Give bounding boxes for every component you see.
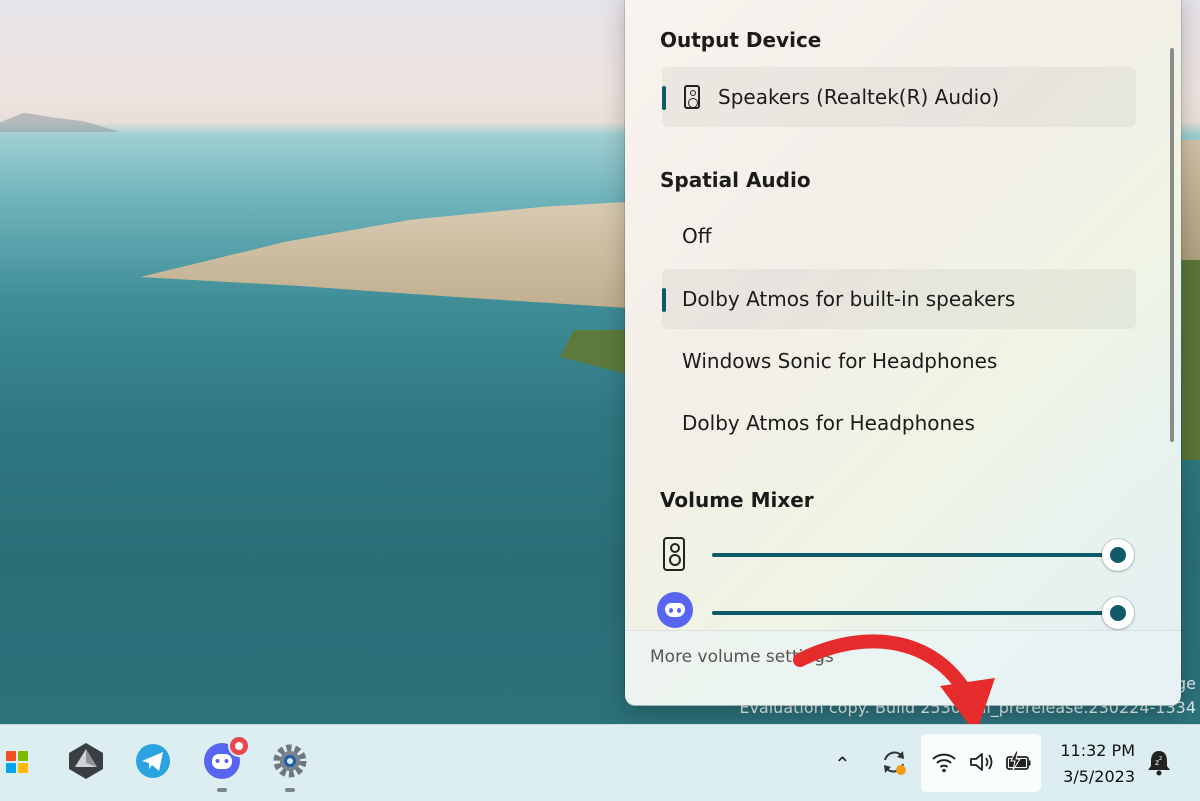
volume-mixer-title: Volume Mixer	[660, 488, 814, 512]
spatial-audio-title: Spatial Audio	[660, 168, 811, 192]
spatial-option-windows-sonic[interactable]: Windows Sonic for Headphones	[662, 331, 1136, 391]
windows-start-icon[interactable]	[0, 741, 34, 781]
reed-island-right	[1180, 140, 1200, 260]
svg-text:z: z	[1159, 755, 1162, 762]
clock-time: 11:32 PM	[1060, 741, 1135, 760]
volume-slider-track[interactable]	[712, 553, 1118, 557]
sound-output-flyout: Output Device Speakers (Realtek(R) Audio…	[625, 0, 1181, 706]
chevron-up-icon[interactable]: ⌃	[834, 752, 851, 776]
discord-icon[interactable]	[202, 735, 250, 781]
clock-date: 3/5/2023	[1063, 767, 1135, 786]
sync-update-icon[interactable]	[878, 746, 910, 778]
running-indicator	[217, 788, 227, 792]
spatial-option-label: Windows Sonic for Headphones	[682, 349, 998, 373]
notification-badge	[228, 735, 250, 757]
spatial-option-dolby-atmos-headphones[interactable]: Dolby Atmos for Headphones	[662, 393, 1136, 453]
quick-settings-tray[interactable]	[921, 734, 1041, 792]
output-device-speakers[interactable]: Speakers (Realtek(R) Audio)	[662, 67, 1136, 127]
settings-gear-icon[interactable]	[270, 741, 310, 781]
spatial-option-label: Off	[682, 224, 712, 248]
volume-slider-thumb[interactable]	[1102, 539, 1134, 571]
speaker-icon	[663, 537, 685, 571]
selected-indicator	[662, 86, 666, 110]
spatial-option-dolby-atmos-speakers[interactable]: Dolby Atmos for built-in speakers	[662, 269, 1136, 329]
grass-patch	[560, 330, 630, 375]
flyout-scrollbar[interactable]	[1170, 48, 1174, 442]
mixer-row-speakers	[655, 534, 1135, 578]
output-device-title: Output Device	[660, 28, 822, 52]
taskbar-clock[interactable]: 11:32 PM 3/5/2023	[1055, 738, 1135, 790]
wifi-icon	[932, 753, 956, 773]
spatial-option-off[interactable]: Off	[662, 206, 1136, 266]
selected-indicator	[662, 288, 666, 312]
distant-hill	[0, 112, 120, 132]
grass-patch-right	[1182, 260, 1200, 460]
battery-charging-icon	[1006, 750, 1031, 771]
volume-slider-thumb[interactable]	[1102, 597, 1134, 629]
spatial-option-label: Dolby Atmos for Headphones	[682, 411, 975, 435]
reed-island	[140, 200, 660, 310]
notification-bell-icon[interactable]: z z	[1146, 748, 1172, 776]
telegram-icon[interactable]	[133, 741, 173, 781]
running-indicator	[285, 788, 295, 792]
output-device-label: Speakers (Realtek(R) Audio)	[718, 85, 1000, 109]
discord-icon	[657, 592, 693, 628]
spatial-option-label: Dolby Atmos for built-in speakers	[682, 287, 1016, 311]
speaker-icon	[684, 85, 700, 109]
volume-slider-track[interactable]	[712, 611, 1118, 615]
prism-app-icon[interactable]	[66, 741, 106, 781]
volume-icon	[970, 753, 993, 771]
